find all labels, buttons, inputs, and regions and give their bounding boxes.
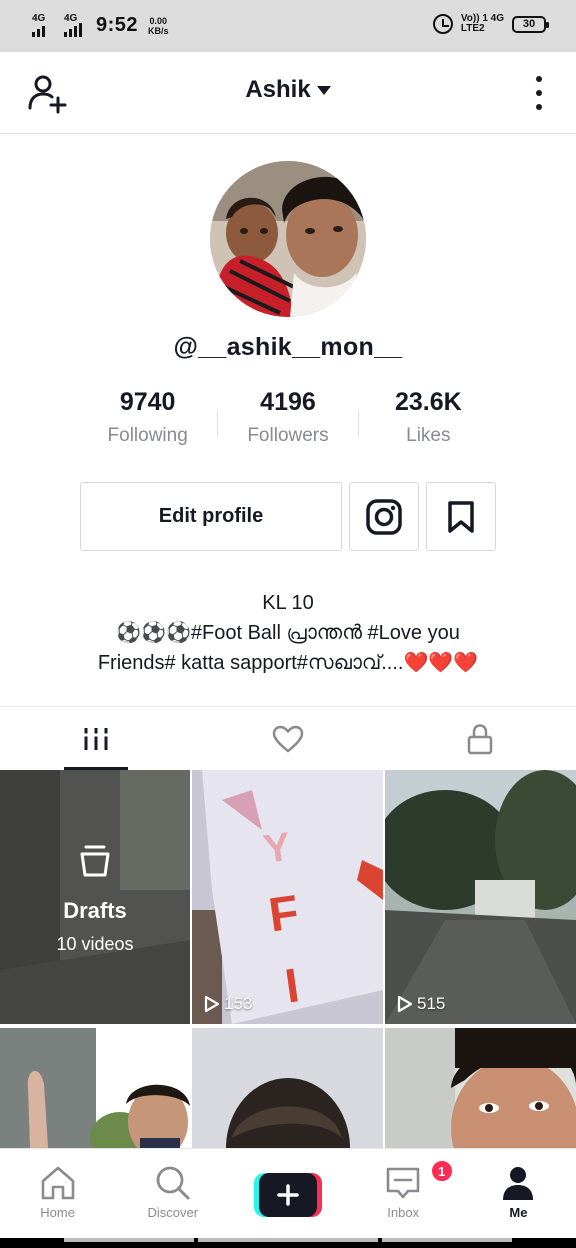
video-grid: Drafts 10 videos Y F I 153 515 — [0, 770, 576, 1150]
more-dot-icon — [536, 104, 542, 110]
avatar-photo — [210, 161, 366, 317]
caret-down-icon — [316, 86, 331, 96]
notification-badge: 1 — [429, 1159, 454, 1183]
tab-liked[interactable] — [192, 707, 384, 770]
speed-unit: KB/s — [148, 25, 169, 36]
video-tile[interactable]: 515 — [385, 770, 576, 1024]
stat-label: Followers — [247, 425, 329, 446]
more-dot-icon — [536, 90, 542, 96]
system-nav-segment — [198, 1238, 378, 1242]
video-thumbnail — [192, 1028, 383, 1150]
play-icon — [204, 995, 220, 1013]
view-count-value: 515 — [417, 994, 446, 1013]
drafts-thumbnail — [0, 770, 190, 1024]
stat-value: 4196 — [260, 388, 316, 416]
stat-value: 23.6K — [394, 388, 462, 416]
tab-private[interactable] — [384, 707, 576, 770]
system-nav-segment — [64, 1238, 194, 1242]
video-tile[interactable] — [385, 1028, 576, 1150]
view-count: 515 — [397, 994, 445, 1014]
nav-discover[interactable]: Discover — [115, 1149, 230, 1238]
network-speed: 0.00 KB/s — [148, 16, 169, 36]
stat-following[interactable]: 9740 Following — [78, 388, 217, 452]
heart-icon — [272, 725, 304, 752]
nav-label: Inbox — [387, 1205, 420, 1220]
network-type-1: 4G — [32, 12, 46, 24]
video-tile[interactable]: Y F I 153 — [192, 770, 383, 1024]
nav-home[interactable]: Home — [0, 1149, 115, 1238]
stat-label: Likes — [406, 425, 451, 446]
plus-icon — [277, 1184, 299, 1206]
favorites-button[interactable] — [426, 482, 496, 551]
profile-bio: KL 10 ⚽⚽⚽#Foot Ball പ്രാന്തൻ #Love you F… — [20, 588, 556, 678]
status-right: Vo)) 1 4G LTE2 30 — [432, 14, 549, 34]
signal-2-icon: 4G — [64, 13, 86, 37]
stat-followers[interactable]: 4196 Followers — [218, 388, 357, 452]
speed-value: 0.00 — [149, 15, 168, 26]
create-button-layer — [259, 1173, 317, 1217]
stat-value: 9740 — [119, 388, 176, 416]
alarm-icon — [432, 14, 453, 34]
system-nav-bar — [0, 1238, 576, 1248]
video-thumbnail — [385, 1028, 576, 1150]
more-dot-icon — [536, 76, 542, 82]
signal-1-icon: 4G — [32, 12, 54, 37]
drafts-title: Drafts — [63, 898, 127, 923]
volte-bottom: LTE2 — [460, 23, 485, 34]
lock-icon — [467, 723, 493, 754]
system-nav-segment — [382, 1238, 512, 1242]
nav-inbox[interactable]: Inbox 1 — [346, 1149, 461, 1238]
nav-label: Discover — [147, 1205, 199, 1220]
view-count-value: 153 — [224, 994, 253, 1013]
page-title: Ashik — [245, 76, 311, 103]
instagram-button[interactable] — [349, 482, 419, 551]
nav-label: Home — [40, 1205, 75, 1220]
grid-icon — [83, 727, 109, 750]
play-icon — [397, 995, 413, 1013]
search-icon — [156, 1166, 190, 1200]
stat-label: Following — [107, 425, 188, 446]
home-icon — [41, 1166, 74, 1200]
stat-likes[interactable]: 23.6K Likes — [359, 388, 498, 452]
nav-label: Me — [509, 1205, 528, 1220]
nav-create[interactable] — [230, 1149, 345, 1238]
drafts-icon — [80, 845, 110, 877]
battery-icon: 30 — [512, 15, 549, 33]
profile-tabs — [0, 706, 576, 770]
edit-profile-button[interactable]: Edit profile — [80, 482, 342, 551]
profile-handle: @__ashik__mon__ — [173, 333, 403, 361]
bio-line: Friends# katta sapport#സഖാവ്....❤️❤️❤️ — [97, 652, 479, 674]
profile-header: Ashik — [0, 52, 576, 134]
app-screen: 4G 4G 9:52 0.00 KB/s Vo)) 1 4G LTE2 30 A… — [0, 0, 576, 1248]
create-button[interactable] — [254, 1173, 322, 1217]
volte-indicator: Vo)) 1 4G LTE2 — [461, 14, 504, 34]
profile-icon — [503, 1167, 534, 1200]
status-bar: 4G 4G 9:52 0.00 KB/s Vo)) 1 4G LTE2 30 — [0, 0, 576, 52]
bio-line: KL 10 — [262, 592, 314, 614]
battery-level: 30 — [522, 18, 536, 30]
status-left: 4G 4G 9:52 0.00 KB/s — [32, 12, 169, 37]
instagram-icon — [366, 498, 402, 535]
bookmark-icon — [448, 500, 474, 533]
profile-avatar[interactable] — [210, 161, 366, 317]
view-count: 153 — [204, 994, 252, 1014]
drafts-count: 10 videos — [56, 934, 134, 954]
inbox-icon — [386, 1167, 420, 1199]
tab-videos[interactable] — [0, 707, 192, 770]
profile-stats: 9740 Following 4196 Followers 23.6K Like… — [78, 388, 498, 452]
video-thumbnail — [385, 770, 576, 1024]
account-switcher[interactable]: Ashik — [0, 76, 576, 104]
video-thumbnail: Y F I — [192, 770, 383, 1024]
video-tile[interactable] — [0, 1028, 190, 1150]
nav-me[interactable]: Me — [461, 1149, 576, 1238]
clock: 9:52 — [96, 14, 139, 36]
drafts-tile[interactable]: Drafts 10 videos — [0, 770, 190, 1024]
video-tile[interactable] — [192, 1028, 383, 1150]
bottom-nav: Home Discover Inbox 1 Me — [0, 1148, 576, 1238]
video-thumbnail — [0, 1028, 190, 1150]
bio-line: ⚽⚽⚽#Foot Ball പ്രാന്തൻ #Love you — [116, 622, 460, 644]
more-options-button[interactable] — [532, 76, 546, 110]
